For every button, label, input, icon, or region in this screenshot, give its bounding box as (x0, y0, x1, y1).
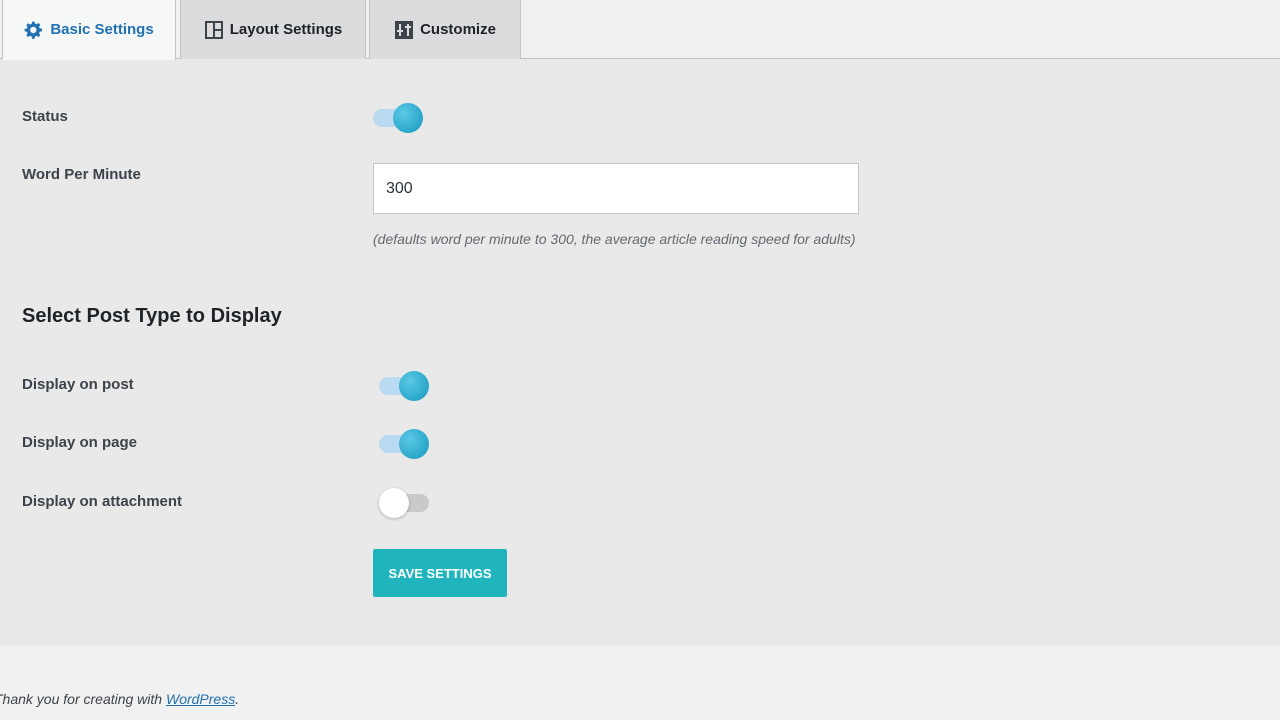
toggle-knob (379, 488, 409, 518)
display-attachment-label: Display on attachment (22, 493, 183, 510)
status-toggle[interactable] (373, 103, 423, 133)
wpm-input[interactable] (373, 163, 859, 214)
layout-icon (204, 20, 223, 39)
settings-panel: Status Word Per Minute (defaults word pe… (0, 59, 1280, 646)
gear-icon (24, 21, 43, 39)
toggle-knob (393, 103, 423, 133)
toggle-knob (399, 371, 429, 401)
wordpress-link[interactable]: WordPress (166, 691, 235, 707)
tab-customize[interactable]: Customize (369, 0, 521, 59)
tab-layout-settings[interactable]: Layout Settings (180, 0, 366, 59)
display-post-label: Display on post (22, 376, 134, 393)
footer-suffix: . (235, 691, 240, 707)
tab-layout-label: Layout Settings (229, 21, 343, 38)
customize-icon (395, 20, 414, 39)
tab-basic-settings[interactable]: Basic Settings (2, 0, 176, 60)
display-page-toggle[interactable] (379, 429, 429, 459)
tab-basic-label: Basic Settings (50, 21, 154, 38)
wpm-hint: (defaults word per minute to 300, the av… (373, 231, 856, 247)
save-settings-button[interactable]: SAVE SETTINGS (373, 549, 507, 597)
wpm-label: Word Per Minute (22, 166, 141, 183)
post-type-section-title: Select Post Type to Display (22, 305, 282, 327)
status-label: Status (22, 108, 68, 125)
display-post-toggle[interactable] (379, 371, 429, 401)
display-page-label: Display on page (22, 434, 138, 451)
admin-footer: Thank you for creating with WordPress. (0, 691, 239, 707)
settings-tabs: Basic Settings Layout Settings Customize (0, 0, 1280, 60)
footer-text: Thank you for creating with (0, 691, 166, 707)
tab-customize-label: Customize (420, 21, 496, 38)
display-attachment-toggle[interactable] (379, 488, 429, 518)
toggle-knob (399, 429, 429, 459)
